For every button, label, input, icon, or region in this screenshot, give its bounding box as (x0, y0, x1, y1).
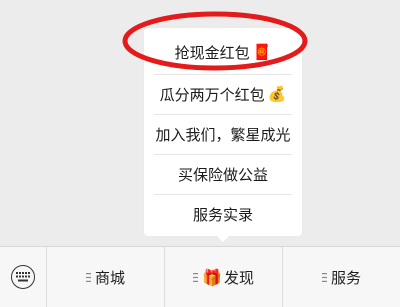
bottom-menu-bar: 商城 🎁 发现 服务 (0, 246, 400, 307)
menu-tab-mall[interactable]: 商城 (47, 247, 165, 307)
submenu-item-label: 买保险做公益 (177, 165, 268, 184)
gift-icon: 🎁 (202, 267, 222, 287)
money-bag-icon: 💰 (267, 84, 287, 103)
keyboard-toggle-button[interactable] (0, 247, 47, 307)
menu-tab-discover[interactable]: 🎁 发现 (165, 247, 283, 307)
keyboard-icon (11, 265, 35, 289)
submenu-item-grab-cash-redpacket[interactable]: 抢现金红包 🧧 (144, 32, 302, 72)
submenu-item-join-us[interactable]: 加入我们，繁星成光 (144, 114, 302, 154)
submenu-item-insurance-charity[interactable]: 买保险做公益 (144, 154, 302, 194)
menu-lines-icon (193, 272, 199, 282)
submenu-item-label: 瓜分两万个红包 (159, 85, 265, 104)
submenu-item-label: 抢现金红包 (174, 43, 250, 62)
menu-tab-label: 服务 (330, 268, 361, 287)
menu-lines-icon (321, 272, 327, 282)
menu-lines-icon (85, 272, 91, 282)
red-envelope-icon: 🧧 (252, 42, 272, 61)
submenu-item-label: 加入我们，繁星成光 (155, 125, 291, 144)
submenu-item-service-records[interactable]: 服务实录 (144, 194, 302, 234)
menu-tab-label: 发现 (223, 268, 254, 287)
submenu-item-share-redpackets[interactable]: 瓜分两万个红包 💰 (144, 74, 302, 114)
menu-tab-service[interactable]: 服务 (283, 247, 400, 307)
submenu-item-label: 服务实录 (192, 205, 253, 224)
menu-tab-label: 商城 (94, 268, 125, 287)
submenu-popup: 抢现金红包 🧧 瓜分两万个红包 💰 加入我们，繁星成光 买保险做公益 服务实录 (144, 28, 302, 236)
popup-pointer (216, 235, 230, 242)
